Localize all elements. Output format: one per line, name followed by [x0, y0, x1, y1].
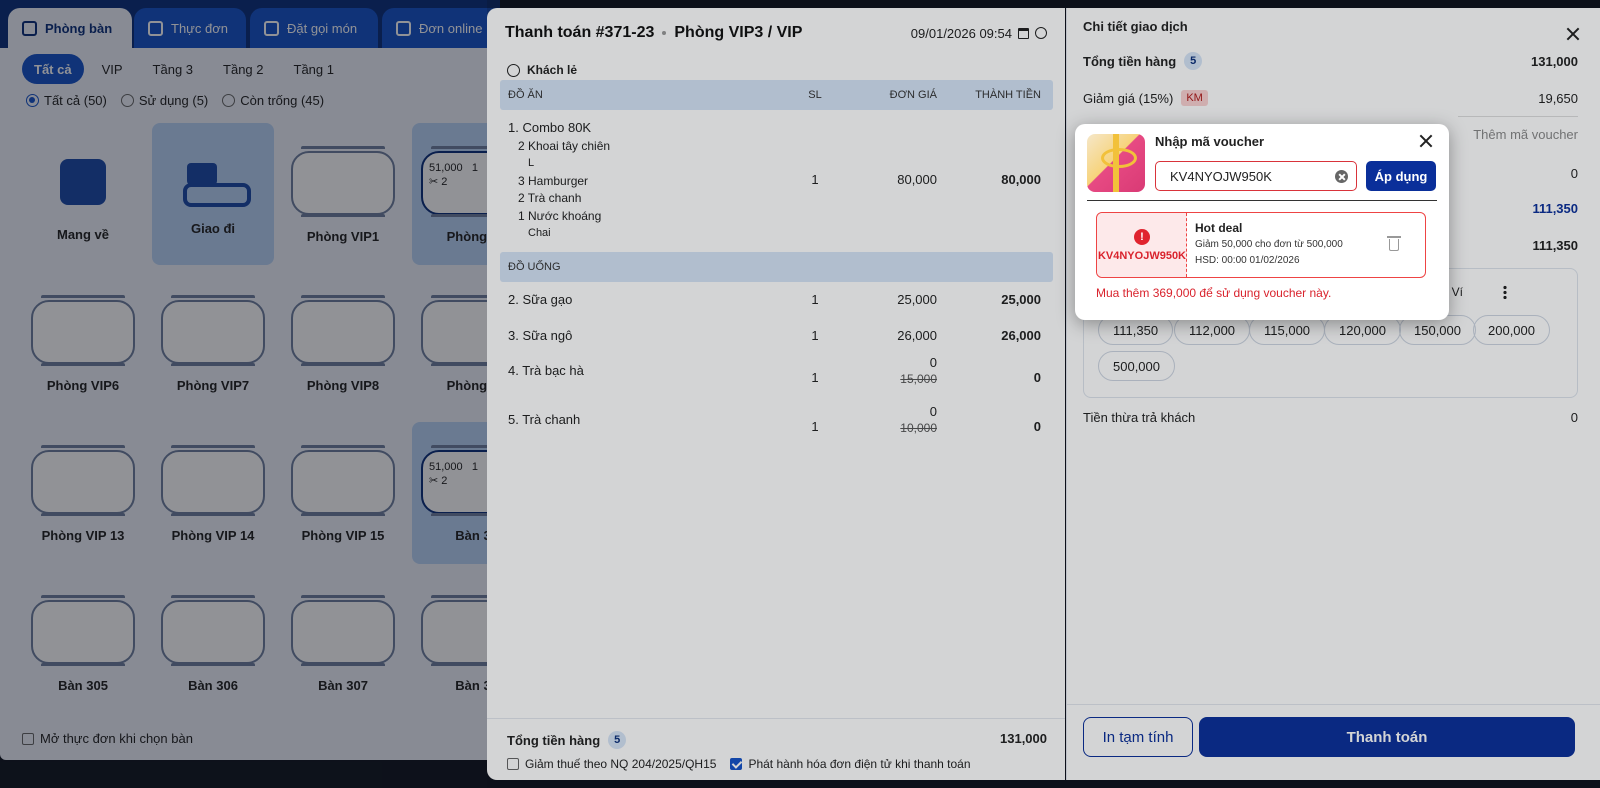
- divider: [1087, 200, 1437, 201]
- voucher-code-value: KV4NYOJW950K: [1170, 168, 1272, 184]
- gift-box-icon: [1087, 134, 1145, 192]
- apply-voucher-button[interactable]: Áp dụng: [1366, 161, 1436, 191]
- trash-icon[interactable]: [1387, 236, 1401, 251]
- clear-icon[interactable]: [1335, 170, 1348, 183]
- voucher-popup: Nhập mã voucher KV4NYOJW950K Áp dụng ! K…: [1075, 124, 1449, 320]
- ticket-description: Giảm 50,000 cho đơn từ 500,000: [1195, 239, 1343, 250]
- ticket-name: Hot deal: [1195, 221, 1243, 235]
- warning-icon: !: [1134, 229, 1150, 245]
- ticket-code-area: ! KV4NYOJW950K: [1097, 213, 1187, 277]
- voucher-code-input[interactable]: KV4NYOJW950K: [1155, 161, 1357, 191]
- popup-backdrop[interactable]: [487, 0, 1600, 788]
- voucher-error-message: Mua thêm 369,000 để sử dụng voucher này.: [1096, 286, 1332, 300]
- ticket-expiry: HSD: 00:00 01/02/2026: [1195, 255, 1300, 266]
- ticket-code: KV4NYOJW950K: [1097, 250, 1187, 262]
- close-icon[interactable]: [1419, 134, 1433, 148]
- voucher-title: Nhập mã voucher: [1155, 134, 1265, 149]
- voucher-ticket[interactable]: ! KV4NYOJW950K Hot deal Giảm 50,000 cho …: [1096, 212, 1426, 278]
